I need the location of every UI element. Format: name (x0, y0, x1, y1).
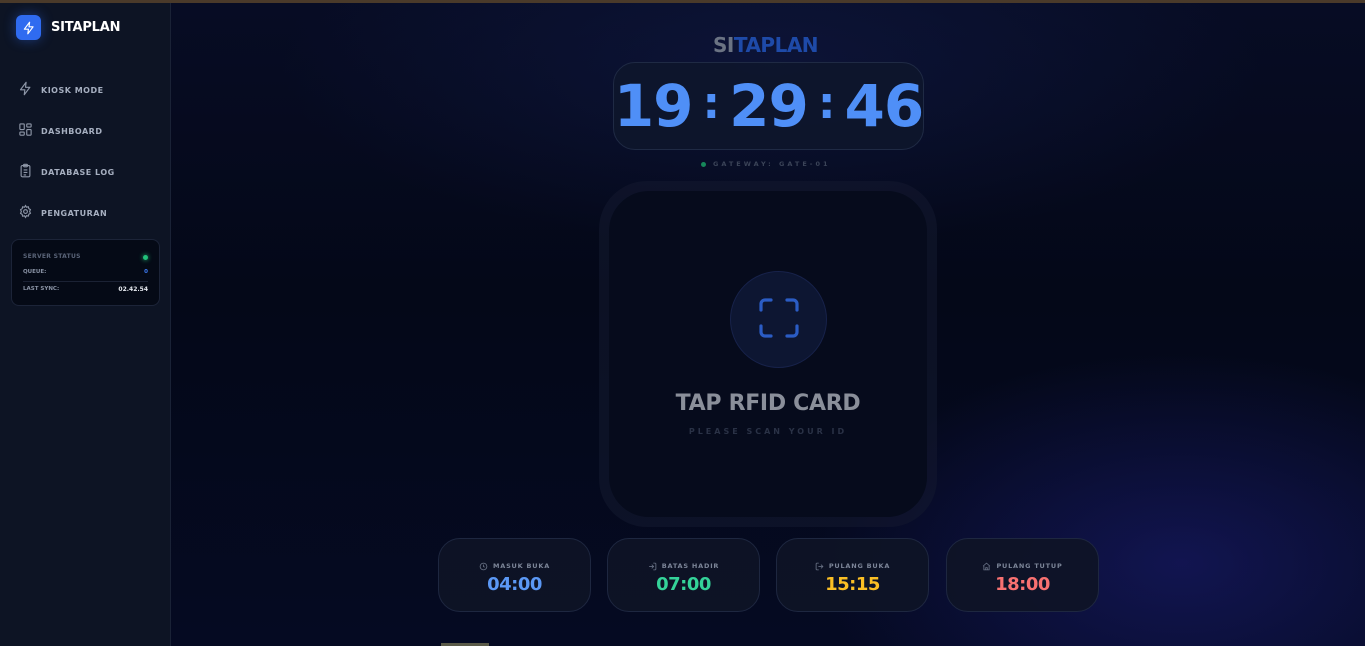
card-label: PULANG TUTUP (996, 561, 1063, 570)
title-prefix: SI (713, 33, 734, 57)
card-header: MASUK BUKA (439, 556, 590, 575)
clock-icon (479, 556, 488, 575)
queue-value: 0 (144, 269, 148, 275)
clock-separator: : (817, 77, 836, 129)
gateway-label: GATEWAY: GATE-01 (713, 160, 831, 168)
brand[interactable]: SITAPLAN (16, 15, 120, 40)
card-header: PULANG BUKA (777, 556, 928, 575)
queue-row: QUEUE: 0 (23, 269, 148, 275)
card-header: PULANG TUTUP (947, 556, 1098, 575)
schedule-card-batas-hadir: BATAS HADIR 07:00 (607, 538, 760, 612)
card-header: BATAS HADIR (608, 556, 759, 575)
clock-minutes: 29 (729, 72, 809, 140)
schedule-card-pulang-buka: PULANG BUKA 15:15 (776, 538, 929, 612)
clock-separator: : (702, 77, 721, 129)
server-status-card: SERVER STATUS QUEUE: 0 LAST SYNC: 02.42.… (11, 239, 160, 306)
rfid-scan-area: TAP RFID CARD PLEASE SCAN YOUR ID (609, 191, 927, 517)
login-icon (648, 556, 657, 575)
status-divider (23, 281, 148, 282)
scan-title: TAP RFID CARD (675, 391, 861, 416)
card-label: PULANG BUKA (828, 561, 891, 570)
sidebar-nav: KIOSK MODE DASHBOARD DATABASE LOG PENGAT… (18, 79, 115, 243)
card-time: 18:00 (995, 574, 1050, 595)
sidebar-item-dashboard[interactable]: DASHBOARD (18, 120, 115, 142)
card-time: 15:15 (825, 574, 880, 595)
scan-icon-circle (730, 271, 827, 368)
card-label: BATAS HADIR (661, 561, 720, 570)
card-label: MASUK BUKA (492, 561, 551, 570)
sidebar-item-pengaturan[interactable]: PENGATURAN (18, 202, 115, 224)
gateway-indicator (701, 161, 706, 167)
scan-frame-icon (757, 296, 801, 344)
logout-icon (815, 556, 824, 575)
sidebar-item-label: KIOSK MODE (41, 85, 104, 95)
server-status-indicator (143, 255, 148, 260)
sidebar-item-database-log[interactable]: DATABASE LOG (18, 161, 115, 183)
last-sync-label: LAST SYNC: (23, 286, 60, 292)
gear-icon (18, 203, 33, 223)
brand-name: SITAPLAN (51, 20, 121, 35)
sidebar-item-label: DATABASE LOG (41, 167, 115, 177)
sidebar-item-kiosk-mode[interactable]: KIOSK MODE (18, 79, 115, 101)
schedule-card-masuk-buka: MASUK BUKA 04:00 (438, 538, 591, 612)
rfid-scan-panel[interactable]: TAP RFID CARD PLEASE SCAN YOUR ID (599, 181, 937, 527)
schedule-card-pulang-tutup: PULANG TUTUP 18:00 (946, 538, 1099, 612)
home-icon (982, 556, 991, 575)
server-status-title: SERVER STATUS (23, 253, 81, 260)
sidebar-item-label: DASHBOARD (41, 126, 103, 136)
card-time: 04:00 (487, 574, 542, 595)
last-sync-row: LAST SYNC: 02.42.54 (23, 286, 148, 293)
scan-subtitle: PLEASE SCAN YOUR ID (688, 427, 848, 436)
clock: 19 : 29 : 46 (613, 72, 924, 140)
page-title: SITAPLAN (713, 33, 819, 57)
sidebar-item-label: PENGATURAN (41, 208, 108, 218)
title-suffix: TAPLAN (733, 33, 819, 57)
queue-label: QUEUE: (23, 269, 47, 275)
gateway-status: GATEWAY: GATE-01 (701, 160, 831, 168)
last-sync-value: 02.42.54 (118, 286, 148, 293)
grid-icon (18, 122, 33, 141)
clipboard-icon (18, 163, 33, 182)
clock-seconds: 46 (844, 72, 924, 140)
kiosk-main: SITAPLAN 19 : 29 : 46 GATEWAY: GATE-01 T… (171, 3, 1365, 646)
bolt-icon (16, 15, 41, 40)
bolt-icon (18, 81, 33, 100)
clock-display: 19 : 29 : 46 (613, 62, 924, 150)
sidebar: SITAPLAN KIOSK MODE DASHBOARD DATABASE L… (0, 3, 171, 646)
card-time: 07:00 (656, 574, 711, 595)
clock-hours: 19 (613, 72, 694, 140)
